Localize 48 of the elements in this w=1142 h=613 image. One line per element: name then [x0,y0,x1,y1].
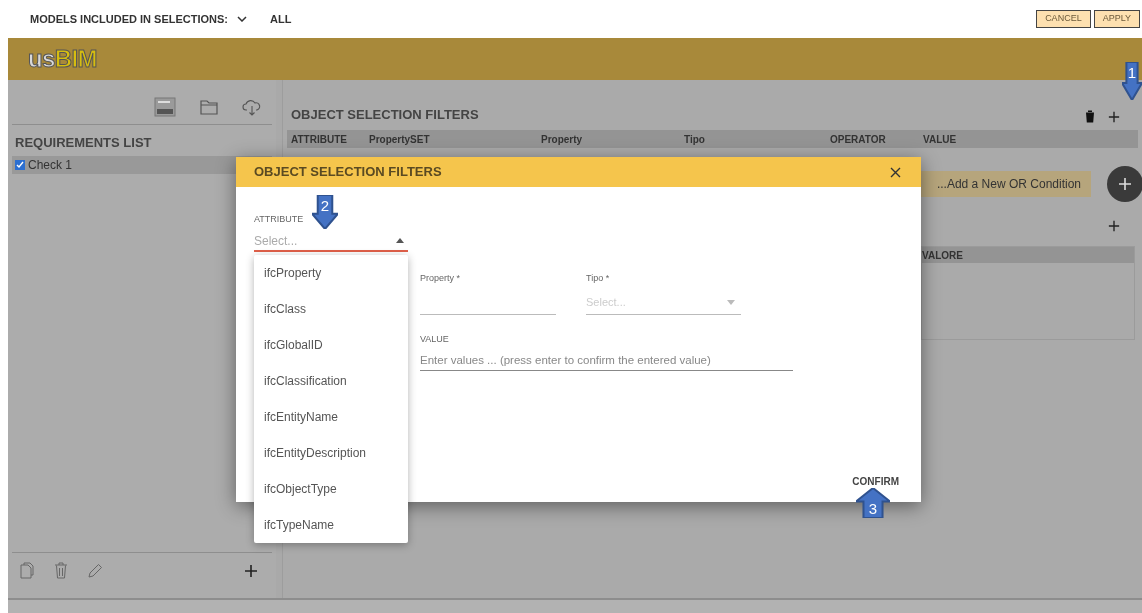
top-bar-button[interactable]: APPLY [1093,10,1140,28]
plus-icon[interactable] [1108,110,1120,123]
field-label: Property * [420,271,462,285]
column-header: VALORE [922,248,963,263]
folder-icon[interactable] [200,99,218,115]
column-header: OPERATOR [830,132,887,147]
column-header: Property [541,132,584,147]
add-or-condition-button[interactable]: ...Add a New OR Condition [921,171,1091,197]
dropdown-option[interactable]: ifcClassification [254,363,408,399]
close-icon[interactable] [890,166,901,178]
dropdown-option[interactable]: ifcEntityName [254,399,408,435]
column-header: VALUE [923,132,958,147]
checkbox[interactable] [15,159,25,170]
step-callout: 1 [1122,62,1142,100]
document-thumbnail-icon[interactable] [154,97,176,117]
caret-up-icon [396,238,404,243]
dropdown-option[interactable]: ifcObjectType [254,471,408,507]
column-header: Tipo [684,132,706,147]
column-header: ATTRIBUTE [291,132,348,147]
dropdown-option[interactable]: ifcClass [254,291,408,327]
plus-icon [1118,177,1132,191]
step-callout: 2 [312,195,338,229]
dropdown-option[interactable]: ifcGlobalID [254,327,408,363]
trash-icon[interactable] [1084,109,1096,124]
caret-down-icon [727,300,735,305]
logo: usBIM [28,47,97,71]
value-field[interactable]: Enter values ... (press enter to confirm the entered value) [420,350,793,371]
models-value: ALL [270,11,292,27]
copy-icon[interactable] [20,562,34,579]
field-label: Tipo * [586,271,611,285]
step-callout: 3 [856,488,890,518]
panel-title: OBJECT SELECTION FILTERS [291,105,479,124]
field-label: ATTRIBUTE [254,213,305,226]
panel-title: REQUIREMENTS LIST [14,134,153,152]
chevron-down-icon[interactable] [237,16,247,22]
add-condition-button[interactable] [1107,166,1142,202]
pencil-icon[interactable] [88,563,103,578]
dropdown-option[interactable]: ifcProperty [254,255,408,291]
field-label: VALUE [420,333,450,346]
models-label: MODELS INCLUDED IN SELECTIONS: [30,11,228,27]
dropdown-option[interactable]: ifcEntityDescription [254,435,408,471]
column-header: PropertySET [369,132,431,147]
plus-icon[interactable] [1108,220,1120,232]
dropdown-option[interactable]: ifcTypeName [254,507,408,543]
cloud-download-icon[interactable] [242,98,262,116]
top-bar-button[interactable]: CANCEL [1036,10,1091,28]
confirm-button[interactable]: CONFIRM [848,476,903,488]
plus-icon[interactable] [244,563,258,578]
